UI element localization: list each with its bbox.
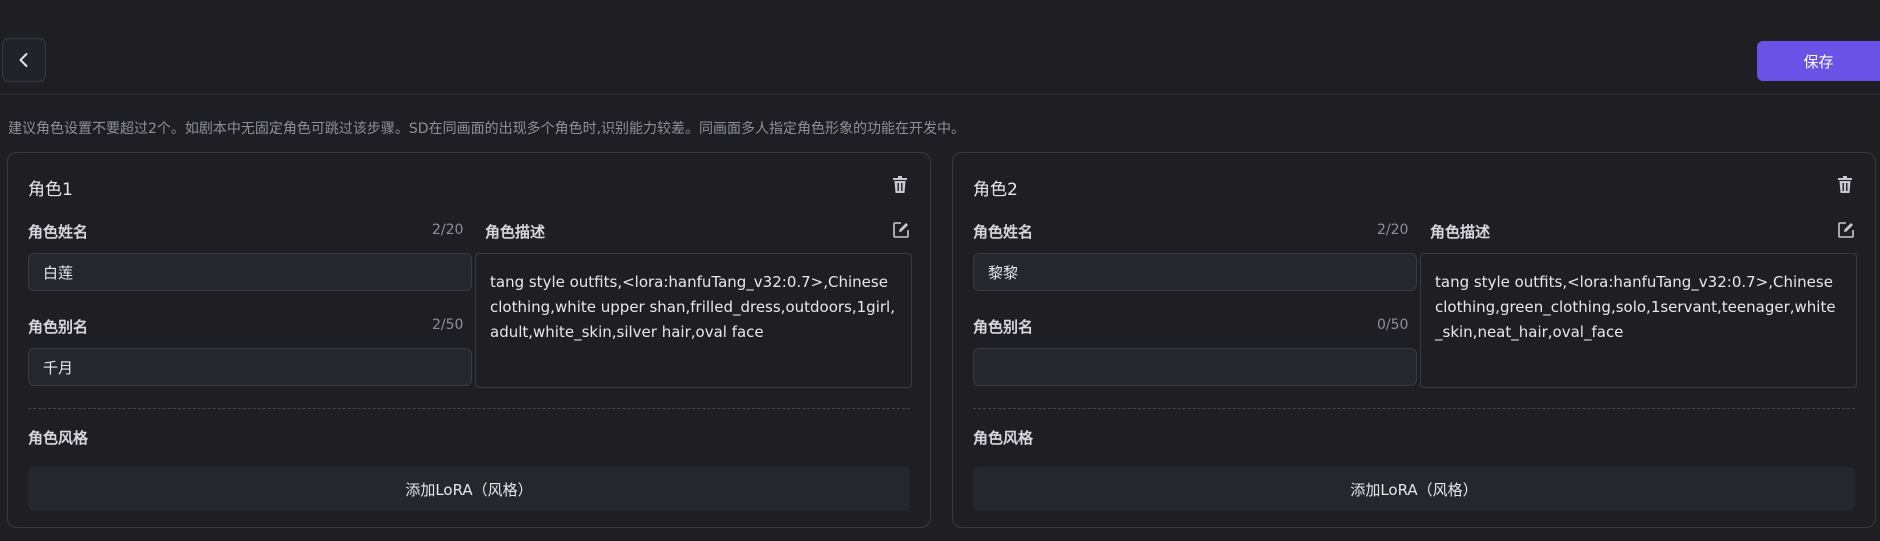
desc-label: 角色描述 xyxy=(1430,223,1491,241)
trash-icon[interactable] xyxy=(890,175,910,195)
alias-count: 0/50 xyxy=(1377,317,1409,333)
name-label: 角色姓名 xyxy=(28,223,89,241)
name-count: 2/20 xyxy=(1377,222,1409,238)
edit-icon[interactable] xyxy=(892,221,910,239)
desc-label: 角色描述 xyxy=(485,223,546,241)
alias-label: 角色别名 xyxy=(28,318,89,336)
name-input[interactable]: 白莲 xyxy=(28,253,472,291)
desc-textarea[interactable]: tang style outfits,<lora:hanfuTang_v32:0… xyxy=(475,253,912,388)
add-lora-button[interactable]: 添加LoRA（风格） xyxy=(973,467,1855,511)
style-label: 角色风格 xyxy=(28,429,89,447)
divider xyxy=(28,408,910,409)
style-label: 角色风格 xyxy=(973,429,1034,447)
name-input[interactable]: 黎黎 xyxy=(973,253,1417,291)
desc-textarea[interactable]: tang style outfits,<lora:hanfuTang_v32:0… xyxy=(1420,253,1857,388)
alias-input[interactable] xyxy=(973,348,1417,386)
name-label: 角色姓名 xyxy=(973,223,1034,241)
hint-text: 建议角色设置不要超过2个。如剧本中无固定角色可跳过该步骤。SD在同画面的出现多个… xyxy=(8,121,966,137)
trash-icon[interactable] xyxy=(1835,175,1855,195)
add-lora-button[interactable]: 添加LoRA（风格） xyxy=(28,467,910,511)
alias-count: 2/50 xyxy=(432,317,464,333)
role-card-1: 角色1 角色姓名 2/20 白莲 角色别名 2/50 千月 角色描述 tang … xyxy=(7,152,931,528)
role-title: 角色2 xyxy=(973,180,1018,200)
top-bar: 保存 xyxy=(0,0,1880,95)
back-button[interactable] xyxy=(2,38,46,82)
alias-input[interactable]: 千月 xyxy=(28,348,472,386)
name-count: 2/20 xyxy=(432,222,464,238)
role-title: 角色1 xyxy=(28,180,73,200)
divider xyxy=(973,408,1855,409)
alias-label: 角色别名 xyxy=(973,318,1034,336)
edit-icon[interactable] xyxy=(1837,221,1855,239)
chevron-left-icon xyxy=(19,53,28,67)
role-card-2: 角色2 角色姓名 2/20 黎黎 角色别名 0/50 角色描述 tang sty… xyxy=(952,152,1876,528)
save-button[interactable]: 保存 xyxy=(1757,41,1880,81)
